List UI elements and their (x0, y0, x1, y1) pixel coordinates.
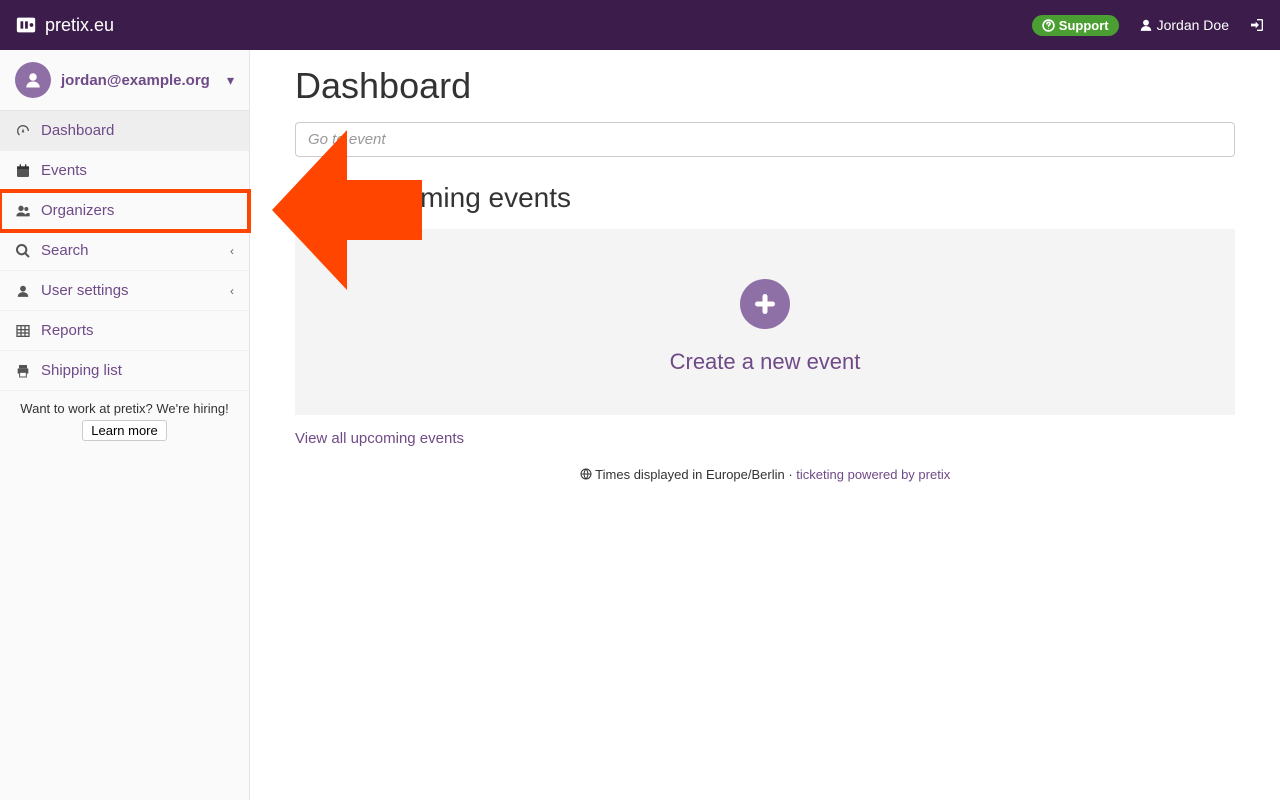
table-icon (15, 323, 31, 339)
plus-circle-icon (740, 279, 790, 329)
dashboard-icon (15, 123, 31, 139)
logout-button[interactable] (1249, 17, 1265, 33)
page-title: Dashboard (295, 65, 1235, 107)
support-button[interactable]: Support (1032, 15, 1119, 36)
user-link[interactable]: Jordan Doe (1139, 17, 1229, 33)
logout-icon (1249, 17, 1265, 33)
footer-tz: Times displayed in Europe/Berlin (595, 467, 785, 482)
hiring-notice: Want to work at pretix? We're hiring! Le… (0, 391, 249, 451)
footer: Times displayed in Europe/Berlin · ticke… (295, 467, 1235, 482)
user-icon (1139, 18, 1153, 32)
main-content: Dashboard Your upcoming events Create a … (250, 50, 1280, 800)
sidebar-item-label: User settings (41, 282, 129, 299)
sidebar-item-events[interactable]: Events (0, 151, 249, 191)
view-all-link[interactable]: View all upcoming events (295, 430, 464, 447)
brand-icon (15, 14, 37, 36)
chevron-left-icon: ‹ (230, 244, 234, 258)
sidebar-item-reports[interactable]: Reports (0, 311, 249, 351)
chevron-left-icon: ‹ (230, 284, 234, 298)
sidebar-item-label: Organizers (41, 202, 114, 219)
print-icon (15, 363, 31, 379)
user-settings-icon (15, 284, 31, 298)
go-to-event-input[interactable] (295, 122, 1235, 157)
sidebar-item-label: Search (41, 242, 89, 259)
sidebar-item-organizers[interactable]: Organizers (0, 191, 249, 231)
create-event-card[interactable]: Create a new event (295, 229, 1235, 415)
search-icon (15, 243, 31, 259)
sidebar-item-shipping-list[interactable]: Shipping list (0, 351, 249, 391)
topbar-right: Support Jordan Doe (1032, 15, 1265, 36)
users-icon (15, 203, 31, 219)
help-icon (1042, 19, 1055, 32)
sidebar: jordan@example.org ▾ Dashboard Events Or… (0, 50, 250, 800)
sidebar-item-label: Reports (41, 322, 94, 339)
caret-down-icon: ▾ (227, 72, 234, 89)
brand-text: pretix.eu (45, 15, 114, 36)
account-email: jordan@example.org (61, 72, 217, 89)
sidebar-item-label: Events (41, 162, 87, 179)
account-switcher[interactable]: jordan@example.org ▾ (0, 50, 249, 111)
calendar-icon (15, 163, 31, 179)
hiring-text: Want to work at pretix? We're hiring! (10, 401, 239, 416)
topbar: pretix.eu Support Jordan Doe (0, 0, 1280, 50)
sidebar-item-label: Dashboard (41, 122, 114, 139)
avatar (15, 62, 51, 98)
sidebar-item-search[interactable]: Search ‹ (0, 231, 249, 271)
sidebar-item-user-settings[interactable]: User settings ‹ (0, 271, 249, 311)
create-event-label: Create a new event (315, 349, 1215, 375)
footer-link[interactable]: ticketing powered by pretix (796, 467, 950, 482)
sidebar-item-label: Shipping list (41, 362, 122, 379)
footer-sep: · (785, 467, 797, 482)
sidebar-item-dashboard[interactable]: Dashboard (0, 111, 249, 151)
learn-more-button[interactable]: Learn more (82, 420, 166, 441)
brand[interactable]: pretix.eu (15, 14, 114, 36)
user-name: Jordan Doe (1157, 17, 1229, 33)
upcoming-heading: Your upcoming events (295, 182, 1235, 214)
globe-icon (580, 467, 595, 482)
support-label: Support (1059, 18, 1109, 33)
